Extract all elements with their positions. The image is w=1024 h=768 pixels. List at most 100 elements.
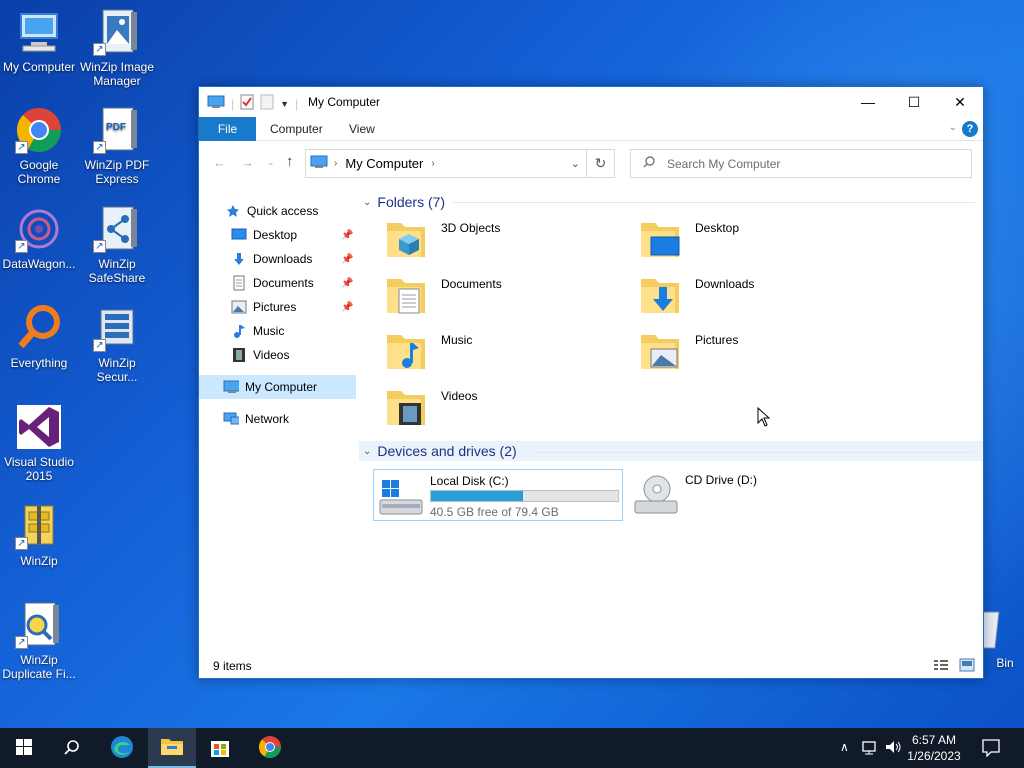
winzip-duplicate-icon: ↗ (15, 601, 63, 649)
show-hidden-icons-chevron-icon[interactable]: ∧ (840, 740, 849, 754)
desktop-icon-everything[interactable]: Everything (0, 304, 78, 370)
folder-name: Music (441, 333, 473, 347)
nav-item-music[interactable]: Music (231, 320, 284, 342)
pin-icon[interactable]: 📌 (341, 254, 353, 265)
desktop-icon-visual-studio[interactable]: Visual Studio 2015 (0, 403, 78, 483)
taskbar-chrome[interactable] (246, 728, 294, 768)
start-button[interactable] (0, 728, 48, 768)
windows-logo-icon (16, 738, 32, 758)
folder-desktop[interactable]: Desktop (639, 215, 879, 265)
nav-label: Pictures (253, 300, 297, 314)
taskbar-edge[interactable] (98, 728, 146, 768)
folder-downloads[interactable]: Downloads (639, 271, 879, 321)
desktop-icon-winzip-duplicate[interactable]: ↗ WinZip Duplicate Fi... (0, 601, 78, 681)
chrome-icon (258, 735, 282, 762)
folder-videos[interactable]: Videos (385, 383, 625, 433)
music-note-icon (231, 323, 247, 339)
my-computer-icon (15, 8, 63, 56)
nav-item-network[interactable]: Network (223, 408, 289, 430)
folder-pictures[interactable]: Pictures (639, 327, 879, 377)
forward-arrow-icon[interactable]: → (241, 155, 254, 170)
address-bar[interactable]: › My Computer › ⌄ ↻ (305, 149, 615, 178)
breadcrumb-chevron-icon[interactable]: › (431, 158, 434, 169)
refresh-icon[interactable]: ↻ (586, 150, 614, 177)
desktop-icon-label: WinZip SafeShare (88, 257, 146, 285)
title-bar[interactable]: | ▼ | My Computer — ☐ ✕ (199, 87, 983, 117)
computer-icon (207, 95, 225, 112)
folder-documents[interactable]: Documents (385, 271, 625, 321)
shortcut-arrow-icon: ↗ (15, 141, 28, 154)
shortcut-arrow-icon: ↗ (15, 636, 28, 649)
edge-icon (110, 735, 134, 762)
tab-view[interactable]: View (349, 117, 375, 141)
folder-music[interactable]: Music (385, 327, 625, 377)
desktop-icon-winzip-safeshare[interactable]: ↗ WinZip SafeShare (78, 205, 156, 285)
drive-name: Local Disk (C:) (430, 474, 509, 488)
back-arrow-icon[interactable]: ← (213, 155, 226, 170)
desktop-icon-winzip-pdf[interactable]: PDF ↗ WinZip PDF Express (78, 106, 156, 186)
large-icons-view-icon[interactable] (959, 658, 975, 675)
drive-cd-drive-d[interactable]: CD Drive (D:) (629, 469, 879, 521)
nav-item-quick-access[interactable]: Quick access (225, 200, 318, 222)
details-view-icon[interactable] (933, 659, 949, 674)
desktop-icon-label: WinZip PDF Express (84, 158, 150, 186)
winzip-image-manager-icon: ↗ (93, 8, 141, 56)
search-button[interactable] (48, 728, 96, 768)
customize-toolbar-icon[interactable]: ▼ (280, 99, 289, 109)
taskbar: ∧ 6:57 AM 1/26/2023 (0, 728, 1024, 768)
drive-name: CD Drive (D:) (685, 473, 757, 487)
notifications-icon[interactable] (982, 739, 1000, 760)
address-dropdown-icon[interactable]: ⌄ (571, 157, 580, 170)
pictures-icon (231, 299, 247, 315)
folder-name: Downloads (695, 277, 755, 291)
breadcrumb-chevron-icon[interactable]: › (334, 158, 337, 169)
search-input[interactable]: Search My Computer (630, 149, 972, 178)
network-status-icon[interactable] (862, 740, 880, 759)
folder-pictures-icon (639, 327, 683, 373)
close-button[interactable]: ✕ (937, 87, 983, 117)
desktop-icon-winzip-image-manager[interactable]: ↗ WinZip Image Manager (78, 8, 156, 88)
documents-icon (231, 275, 247, 291)
desktop-icon-winzip[interactable]: ↗ WinZip (0, 502, 78, 568)
shortcut-arrow-icon: ↗ (15, 537, 28, 550)
folders-group-header[interactable]: ⌄ Folders (7) (363, 191, 445, 213)
explorer-window[interactable]: | ▼ | My Computer — ☐ ✕ File Computer Vi… (198, 86, 984, 679)
pin-icon[interactable]: 📌 (341, 302, 353, 313)
pin-icon[interactable]: 📌 (341, 278, 353, 289)
help-icon[interactable]: ? (962, 121, 978, 137)
recent-locations-icon[interactable]: ⌄ (267, 157, 275, 168)
folder-3d-objects[interactable]: 3D Objects (385, 215, 625, 265)
breadcrumb-location[interactable]: My Computer (345, 156, 423, 171)
desktop-icon-label: WinZip Image Manager (79, 60, 155, 88)
window-title: My Computer (308, 95, 381, 109)
nav-item-my-computer[interactable]: My Computer (223, 376, 317, 398)
tab-file[interactable]: File (199, 117, 256, 141)
properties-icon[interactable] (240, 94, 254, 113)
taskbar-clock[interactable]: 6:57 AM 1/26/2023 (902, 732, 966, 764)
devices-group-header[interactable]: ⌄ Devices and drives (2) (363, 440, 517, 462)
desktop-icon-winzip-secure[interactable]: ↗ WinZip Secur... (78, 304, 156, 384)
maximize-button[interactable]: ☐ (891, 87, 937, 117)
expand-ribbon-icon[interactable]: ⌄ (949, 122, 957, 133)
up-arrow-icon[interactable]: ↑ (286, 153, 294, 170)
nav-item-documents[interactable]: Documents (231, 272, 314, 294)
desktop-icon-my-computer[interactable]: My Computer (0, 8, 78, 74)
new-folder-icon[interactable] (260, 94, 274, 113)
folder-name: Documents (441, 277, 502, 291)
search-icon (64, 739, 80, 758)
desktop-icon-datawagon[interactable]: ↗ DataWagon... (0, 205, 78, 271)
desktop-icon-chrome[interactable]: ↗ Google Chrome (0, 106, 78, 186)
nav-item-videos[interactable]: Videos (231, 344, 289, 366)
nav-item-downloads[interactable]: Downloads (231, 248, 312, 270)
minimize-button[interactable]: — (845, 87, 891, 117)
taskbar-file-explorer[interactable] (148, 728, 196, 768)
drive-local-disk-c[interactable]: Local Disk (C:) 40.5 GB free of 79.4 GB (373, 469, 623, 521)
nav-item-pictures[interactable]: Pictures (231, 296, 296, 318)
content-pane: ⌄ Folders (7) 3D Objects Desktop Documen… (359, 181, 983, 651)
taskbar-store[interactable] (196, 728, 244, 768)
pin-icon[interactable]: 📌 (341, 230, 353, 241)
tab-computer[interactable]: Computer (270, 117, 323, 141)
nav-item-desktop[interactable]: Desktop (231, 224, 297, 246)
volume-icon[interactable] (885, 739, 903, 758)
ribbon: File Computer View ⌄ ? (199, 117, 983, 141)
